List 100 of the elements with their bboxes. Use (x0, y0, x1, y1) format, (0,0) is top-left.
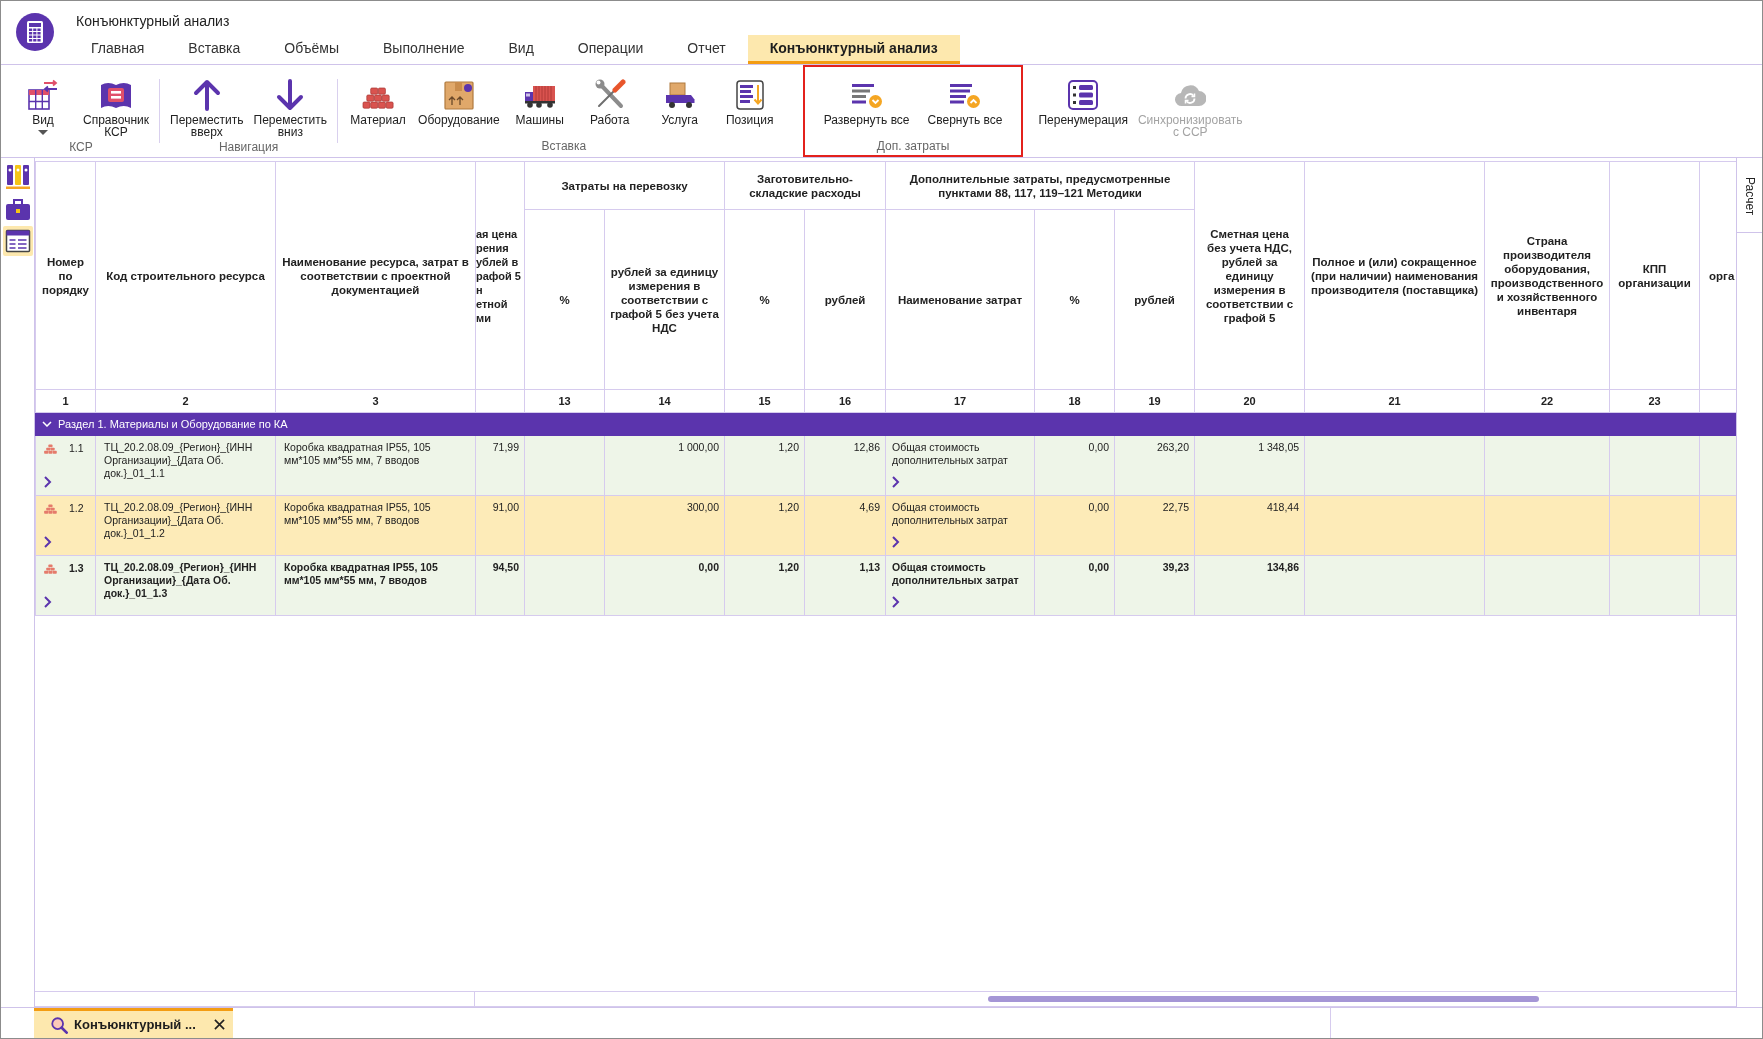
column-header: Код строительного ресурса (95, 161, 276, 390)
van-icon (663, 79, 696, 111)
table-cell: 1,13 (804, 555, 886, 616)
brick-pile-icon (44, 503, 57, 514)
chevron-down-icon[interactable] (42, 421, 52, 427)
chevron-right-icon[interactable] (44, 596, 52, 608)
side-tool-button[interactable] (2, 226, 33, 256)
column-group-header: Дополнительные затраты, предусмотренные пунктами 88, 117, 119–121 Методики (885, 161, 1195, 210)
row-number: 1.1 (69, 442, 84, 455)
chevron-right-icon[interactable] (892, 536, 901, 548)
column-group-header: Затраты на перевозку (524, 161, 725, 210)
ribbon-button[interactable]: Позиция (714, 79, 785, 126)
column-header: Номер по порядку (35, 161, 96, 390)
ribbon-button[interactable]: Справочник КСР (78, 79, 154, 138)
box-icon (442, 79, 475, 111)
ribbon-button[interactable]: Машины (504, 79, 575, 126)
ribbon-button[interactable]: Работа (574, 79, 645, 126)
table-cell: 1,20 (724, 435, 805, 496)
chevron-right-icon[interactable] (44, 536, 52, 548)
group-label: Доп. затраты (876, 139, 950, 153)
group-label: КСР (69, 140, 93, 154)
numbered-list-icon (1067, 79, 1100, 111)
window-title: Конъюнктурный анализ (76, 13, 230, 29)
column-number: 3 (275, 389, 476, 413)
ribbon-tab[interactable]: Объёмы (262, 35, 361, 64)
ribbon-tab[interactable]: Операции (555, 35, 666, 64)
table-cell: 300,00 (604, 495, 725, 556)
search-icon (50, 1015, 68, 1034)
table-cell: 1 000,00 (604, 435, 725, 496)
table-cell: 1,20 (724, 555, 805, 616)
row-number: 1.2 (69, 502, 84, 515)
group-label: Вставка (541, 139, 587, 153)
column-header: % (524, 209, 605, 390)
ribbon-button[interactable]: Свернуть все (922, 79, 1008, 126)
chevron-right-icon[interactable] (892, 476, 901, 488)
column-header: % (724, 209, 805, 390)
ribbon-button[interactable]: Перенумерация (1033, 79, 1133, 126)
column-number: 23 (1609, 389, 1700, 413)
table-cell: Коробка квадратная IP55, 105 мм*105 мм*55 мм, 7 вводов (275, 435, 476, 496)
column-header: Наименование затрат (885, 209, 1035, 390)
column-header: % (1034, 209, 1115, 390)
ribbon-button[interactable]: Переместить вверх (165, 79, 249, 138)
ribbon-button[interactable]: Развернуть все (818, 79, 915, 126)
column-number: 20 (1194, 389, 1305, 413)
ribbon-tab[interactable]: Вставка (166, 35, 263, 64)
section-header[interactable]: Раздел 1. Материалы и Оборудование по КА (35, 412, 1736, 436)
table-cell: Коробка квадратная IP55, 105 мм*105 мм*55 мм, 7 вводов (275, 495, 476, 556)
table-cell: 0,00 (604, 555, 725, 616)
close-icon[interactable] (214, 1019, 225, 1030)
app-logo (16, 13, 54, 51)
table-row[interactable] (35, 435, 1736, 496)
table-cell: 71,99 (475, 435, 525, 496)
ribbon-button[interactable]: Услуга (644, 79, 715, 126)
wrench-screwdriver-icon (593, 79, 626, 111)
table-cell: ТЦ_20.2.08.09_{Регион}_{ИНН Организации}_{Дата Об. док.}_01_1.2 (95, 495, 276, 556)
chevron-right-icon[interactable] (892, 596, 901, 608)
table-cell: 1,20 (724, 495, 805, 556)
ribbon-tab[interactable]: Отчет (665, 35, 748, 64)
ribbon-button[interactable]: Переместить вниз (248, 79, 333, 138)
column-number: 17 (885, 389, 1035, 413)
column-number: 18 (1034, 389, 1115, 413)
ribbon-tab[interactable]: Вид (486, 35, 556, 64)
brick-pile-icon (44, 443, 57, 454)
column-number: 1 (35, 389, 96, 413)
column-number: 15 (724, 389, 805, 413)
column-header: ая цена рения ублей в рафой 5 н етной ми (475, 161, 525, 390)
column-number: 2 (95, 389, 276, 413)
briefcase-icon (4, 196, 31, 222)
table-cell: 418,44 (1194, 495, 1305, 556)
table-cell: 22,75 (1114, 495, 1195, 556)
table-row[interactable]: 1.3 ТЦ_20.2.08.09_{Регион}_{ИНН Организации}_{Дата Об. док.}_01_1.3 Коробка квадратная IP55, 105 мм*105 мм*55 мм, 7 вводов 94,50 0,00 1,20 1,13 Общая стоимость дополнительных затрат 0,00 39,23 134,86 (35, 555, 1736, 616)
ribbon-tab[interactable]: Главная (69, 35, 167, 64)
table-row[interactable] (35, 495, 1736, 556)
cost-name: Общая стоимость дополнительных затрат (892, 501, 1009, 527)
row-number: 1.3 (69, 562, 84, 575)
column-header: Наименование ресурса, затрат в соответствии с проектной документацией (275, 161, 476, 390)
column-number: 16 (804, 389, 886, 413)
ribbon-button[interactable]: Оборудование (413, 79, 505, 126)
ribbon-button[interactable]: Вид (8, 79, 78, 135)
ribbon-tab[interactable]: Выполнение (361, 35, 487, 64)
group-label: Навигация (218, 140, 279, 154)
column-number: 13 (524, 389, 605, 413)
document-tab[interactable]: Конъюнктурный ... (34, 1008, 233, 1038)
chevron-right-icon[interactable] (44, 476, 52, 488)
table-cell: 4,69 (804, 495, 886, 556)
caret-down-icon[interactable] (38, 130, 48, 135)
ribbon-button[interactable]: Материал (343, 79, 414, 126)
section-title: Раздел 1. Материалы и Оборудование по КА (58, 417, 288, 431)
scrollbar-thumb[interactable] (988, 996, 1539, 1002)
column-number: 22 (1484, 389, 1610, 413)
ribbon-tab[interactable]: Конъюнктурный анализ (747, 35, 960, 64)
column-header: Сметная цена без учета НДС, рублей за единицу измерения в соответствии с графой 5 (1194, 161, 1305, 390)
table-cell: 1 348,05 (1194, 435, 1305, 496)
column-number: 14 (604, 389, 725, 413)
cost-name: Общая стоимость дополнительных затрат (892, 441, 1009, 467)
column-header: Полное и (или) сокращенное (при наличии) наименования производителя (поставщика) (1304, 161, 1485, 390)
binders-icon (4, 164, 31, 190)
table-cell: ТЦ_20.2.08.09_{Регион}_{ИНН Организации}_{Дата Об. док.}_01_1.1 (95, 435, 276, 496)
column-header: рублей за единицу измерения в соответствии с графой 5 без учета НДС (604, 209, 725, 390)
column-header: Страна производителя оборудования, производственного и хозяйственного инвентаря (1484, 161, 1610, 390)
